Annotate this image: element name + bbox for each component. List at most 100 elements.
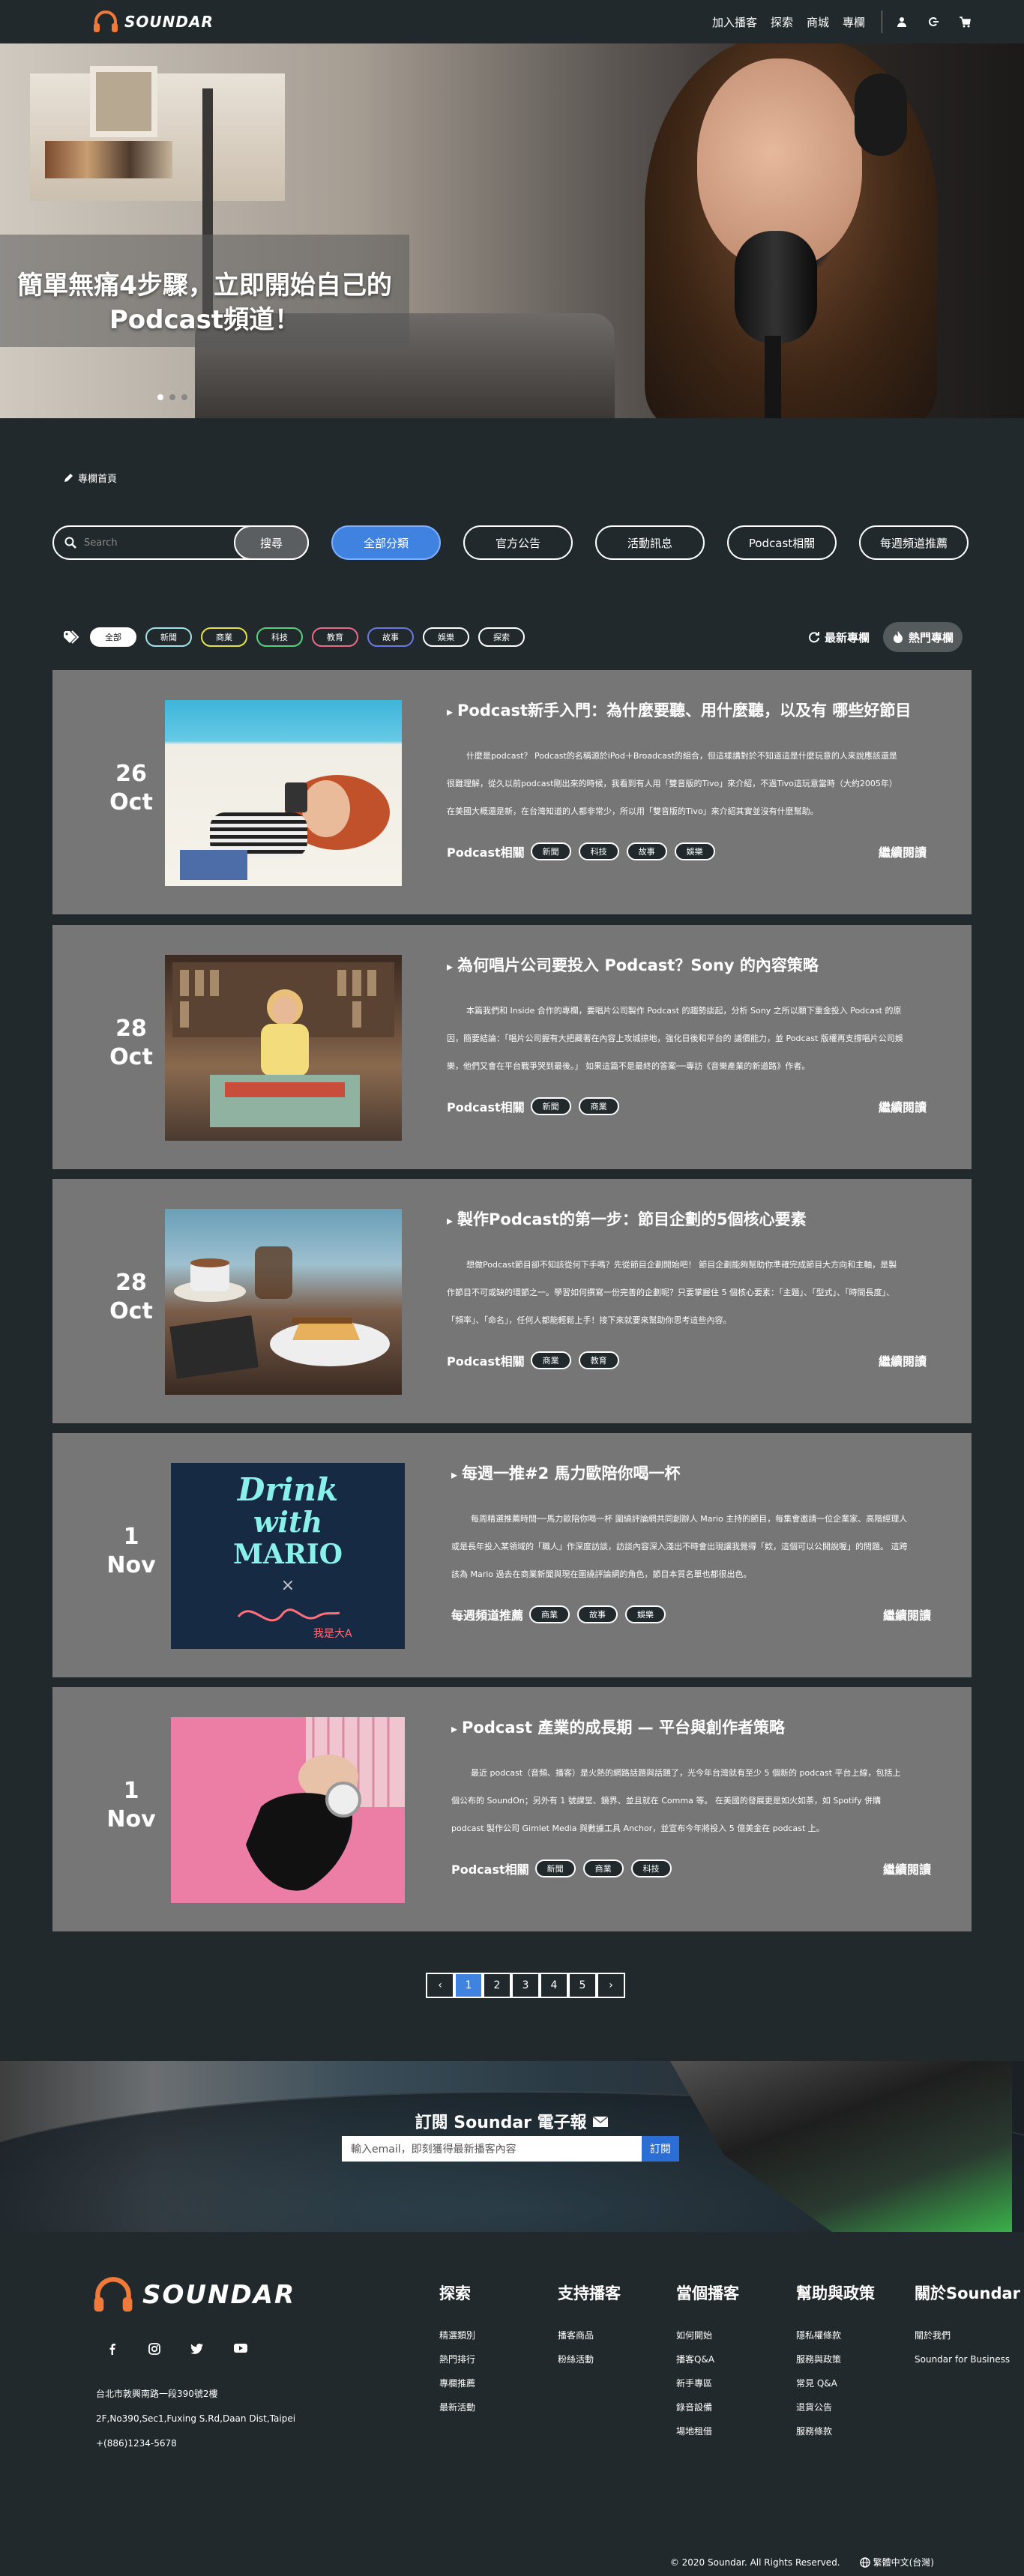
article-tag[interactable]: 商業 bbox=[529, 1605, 570, 1623]
footer-link[interactable]: 專欄推薦 bbox=[439, 2371, 475, 2395]
article-tag[interactable]: 商業 bbox=[582, 1859, 624, 1877]
article-thumbnail[interactable]: Drink with MARIO × 我是大A bbox=[171, 1463, 405, 1649]
read-more-link[interactable]: 繼續閱讀 bbox=[879, 842, 927, 860]
article-tag[interactable]: 商業 bbox=[530, 1351, 571, 1369]
read-more-link[interactable]: 繼續閱讀 bbox=[879, 1097, 927, 1115]
article-thumbnail[interactable] bbox=[165, 1209, 402, 1395]
pagination-page[interactable]: 4 bbox=[540, 1973, 568, 1998]
instagram-icon[interactable] bbox=[148, 2343, 160, 2355]
nav-explore[interactable]: 探索 bbox=[771, 14, 793, 30]
filter-weekly[interactable]: 每週頻道推薦 bbox=[859, 525, 969, 560]
search-box[interactable]: Search 搜尋 bbox=[52, 525, 309, 560]
article-card[interactable]: 28Oct 為何唱片公司要投入 Podcast？Sony 的內容策略 本篇我們和… bbox=[52, 925, 972, 1169]
footer-link[interactable]: Soundar for Business bbox=[915, 2347, 1020, 2371]
article-card[interactable]: 1Nov Podcast 產業的成長期 — 平台與創作者策略 最近 podcas… bbox=[52, 1687, 972, 1931]
carousel-dot-3[interactable] bbox=[181, 394, 187, 400]
search-button[interactable]: 搜尋 bbox=[234, 525, 309, 560]
language-selector[interactable]: 繁體中文(台灣) bbox=[859, 2556, 934, 2569]
article-tag[interactable]: 新聞 bbox=[534, 1859, 576, 1877]
article-thumbnail[interactable] bbox=[171, 1717, 405, 1903]
article-title[interactable]: 製作Podcast的第一步：節目企劃的5個核心要素 bbox=[447, 1207, 807, 1230]
article-tag[interactable]: 新聞 bbox=[530, 842, 571, 860]
footer-logo[interactable]: SOUNDAR bbox=[93, 2277, 295, 2313]
footer-link[interactable]: 服務條款 bbox=[796, 2419, 875, 2443]
article-title[interactable]: Podcast 產業的成長期 — 平台與創作者策略 bbox=[451, 1716, 785, 1738]
read-more-link[interactable]: 繼續閱讀 bbox=[883, 1859, 931, 1877]
youtube-icon[interactable] bbox=[234, 2343, 247, 2355]
nav-column[interactable]: 專欄 bbox=[843, 14, 865, 30]
newsletter-subscribe-button[interactable]: 訂閱 bbox=[642, 2136, 679, 2162]
tag-all[interactable]: 全部 bbox=[90, 627, 136, 647]
footer-link[interactable]: 服務與政策 bbox=[796, 2347, 875, 2371]
cart-icon[interactable] bbox=[957, 14, 972, 29]
twitter-icon[interactable] bbox=[190, 2343, 204, 2355]
pagination-page[interactable]: 5 bbox=[568, 1973, 597, 1998]
footer-link[interactable]: 精選類別 bbox=[439, 2323, 475, 2347]
user-icon[interactable] bbox=[894, 14, 909, 29]
article-tag[interactable]: 商業 bbox=[578, 1097, 619, 1115]
sort-hot[interactable]: 熱門專欄 bbox=[883, 622, 963, 652]
article-category[interactable]: Podcast相關 bbox=[447, 842, 525, 860]
article-card[interactable]: 1Nov DrinkwithMARIO × 我是大A 每週一推#2 馬力歐陪你喝一杯… bbox=[52, 1433, 972, 1677]
breadcrumb[interactable]: 專欄首頁 bbox=[63, 471, 117, 485]
article-tag[interactable]: 故事 bbox=[577, 1605, 618, 1623]
footer-link[interactable]: 粉絲活動 bbox=[558, 2347, 621, 2371]
carousel-dot-1[interactable] bbox=[157, 394, 163, 400]
footer-link[interactable]: 如何開始 bbox=[676, 2323, 739, 2347]
filter-events[interactable]: 活動訊息 bbox=[595, 525, 705, 560]
tag-business[interactable]: 商業 bbox=[201, 627, 247, 647]
pagination-page[interactable]: 1 bbox=[454, 1973, 483, 1998]
footer-link[interactable]: 播客Q&A bbox=[676, 2347, 739, 2371]
footer-link[interactable]: 新手專區 bbox=[676, 2371, 739, 2395]
footer-link[interactable]: 熱門排行 bbox=[439, 2347, 475, 2371]
article-card[interactable]: 28Oct 製作Podcast的第一步：節目企劃的5個核心要素 想做Podcas… bbox=[52, 1179, 972, 1423]
article-tag[interactable]: 科技 bbox=[630, 1859, 672, 1877]
tag-news[interactable]: 新聞 bbox=[145, 627, 192, 647]
footer-link[interactable]: 關於我們 bbox=[915, 2323, 1020, 2347]
nav-join-podcast[interactable]: 加入播客 bbox=[712, 14, 757, 30]
filter-podcast[interactable]: Podcast相關 bbox=[727, 525, 837, 560]
footer-link[interactable]: 播客商品 bbox=[558, 2323, 621, 2347]
article-title[interactable]: 每週一推#2 馬力歐陪你喝一杯 bbox=[451, 1462, 681, 1484]
article-tag[interactable]: 科技 bbox=[578, 842, 619, 860]
tag-story[interactable]: 故事 bbox=[367, 627, 414, 647]
pagination-page[interactable]: 2 bbox=[483, 1973, 511, 1998]
pagination-page[interactable]: 3 bbox=[511, 1973, 540, 1998]
article-card[interactable]: 26Oct Podcast新手入門：為什麼要聽、用什麼聽，以及有 哪些好節目 什… bbox=[52, 670, 972, 914]
article-title[interactable]: Podcast新手入門：為什麼要聽、用什麼聽，以及有 哪些好節目 bbox=[447, 699, 911, 721]
article-title[interactable]: 為何唱片公司要投入 Podcast？Sony 的內容策略 bbox=[447, 953, 819, 976]
tag-entertainment[interactable]: 娛樂 bbox=[423, 627, 469, 647]
article-tag[interactable]: 娛樂 bbox=[625, 1605, 666, 1623]
nav-shop[interactable]: 商城 bbox=[807, 14, 829, 30]
footer-link[interactable]: 退貨公告 bbox=[796, 2395, 875, 2419]
article-thumbnail[interactable] bbox=[165, 700, 402, 886]
tag-education[interactable]: 教育 bbox=[312, 627, 358, 647]
filter-official[interactable]: 官方公告 bbox=[463, 525, 573, 560]
article-tag[interactable]: 故事 bbox=[626, 842, 667, 860]
article-category[interactable]: Podcast相關 bbox=[451, 1859, 529, 1877]
footer-link[interactable]: 最新活動 bbox=[439, 2395, 475, 2419]
newsletter-email-input[interactable]: 輸入email，即刻獲得最新播客內容 bbox=[342, 2136, 642, 2162]
read-more-link[interactable]: 繼續閱讀 bbox=[883, 1605, 931, 1623]
filter-all[interactable]: 全部分類 bbox=[331, 525, 441, 560]
footer-link[interactable]: 場地租借 bbox=[676, 2419, 739, 2443]
facebook-icon[interactable] bbox=[106, 2343, 118, 2355]
sort-latest[interactable]: 最新專欄 bbox=[799, 622, 879, 652]
footer-link[interactable]: 隱私權條款 bbox=[796, 2323, 875, 2347]
article-tag[interactable]: 娛樂 bbox=[674, 842, 715, 860]
article-thumbnail[interactable] bbox=[165, 955, 402, 1141]
article-tag[interactable]: 教育 bbox=[578, 1351, 619, 1369]
pagination-next[interactable]: › bbox=[597, 1973, 625, 1998]
brand-logo[interactable]: SOUNDAR bbox=[93, 10, 214, 33]
article-tag[interactable]: 新聞 bbox=[530, 1097, 571, 1115]
footer-link[interactable]: 常見 Q&A bbox=[796, 2371, 875, 2395]
hero-carousel[interactable]: 簡單無痛4步驟，立即開始自己的 Podcast頻道！ bbox=[0, 43, 1024, 418]
article-category[interactable]: Podcast相關 bbox=[447, 1351, 525, 1369]
search-input[interactable]: Search bbox=[84, 537, 118, 549]
article-category[interactable]: Podcast相關 bbox=[447, 1097, 525, 1115]
pagination-prev[interactable]: ‹ bbox=[426, 1973, 454, 1998]
logout-icon[interactable] bbox=[926, 14, 941, 29]
read-more-link[interactable]: 繼續閱讀 bbox=[879, 1351, 927, 1369]
tag-explore[interactable]: 探索 bbox=[478, 627, 525, 647]
carousel-dot-2[interactable] bbox=[169, 394, 175, 400]
